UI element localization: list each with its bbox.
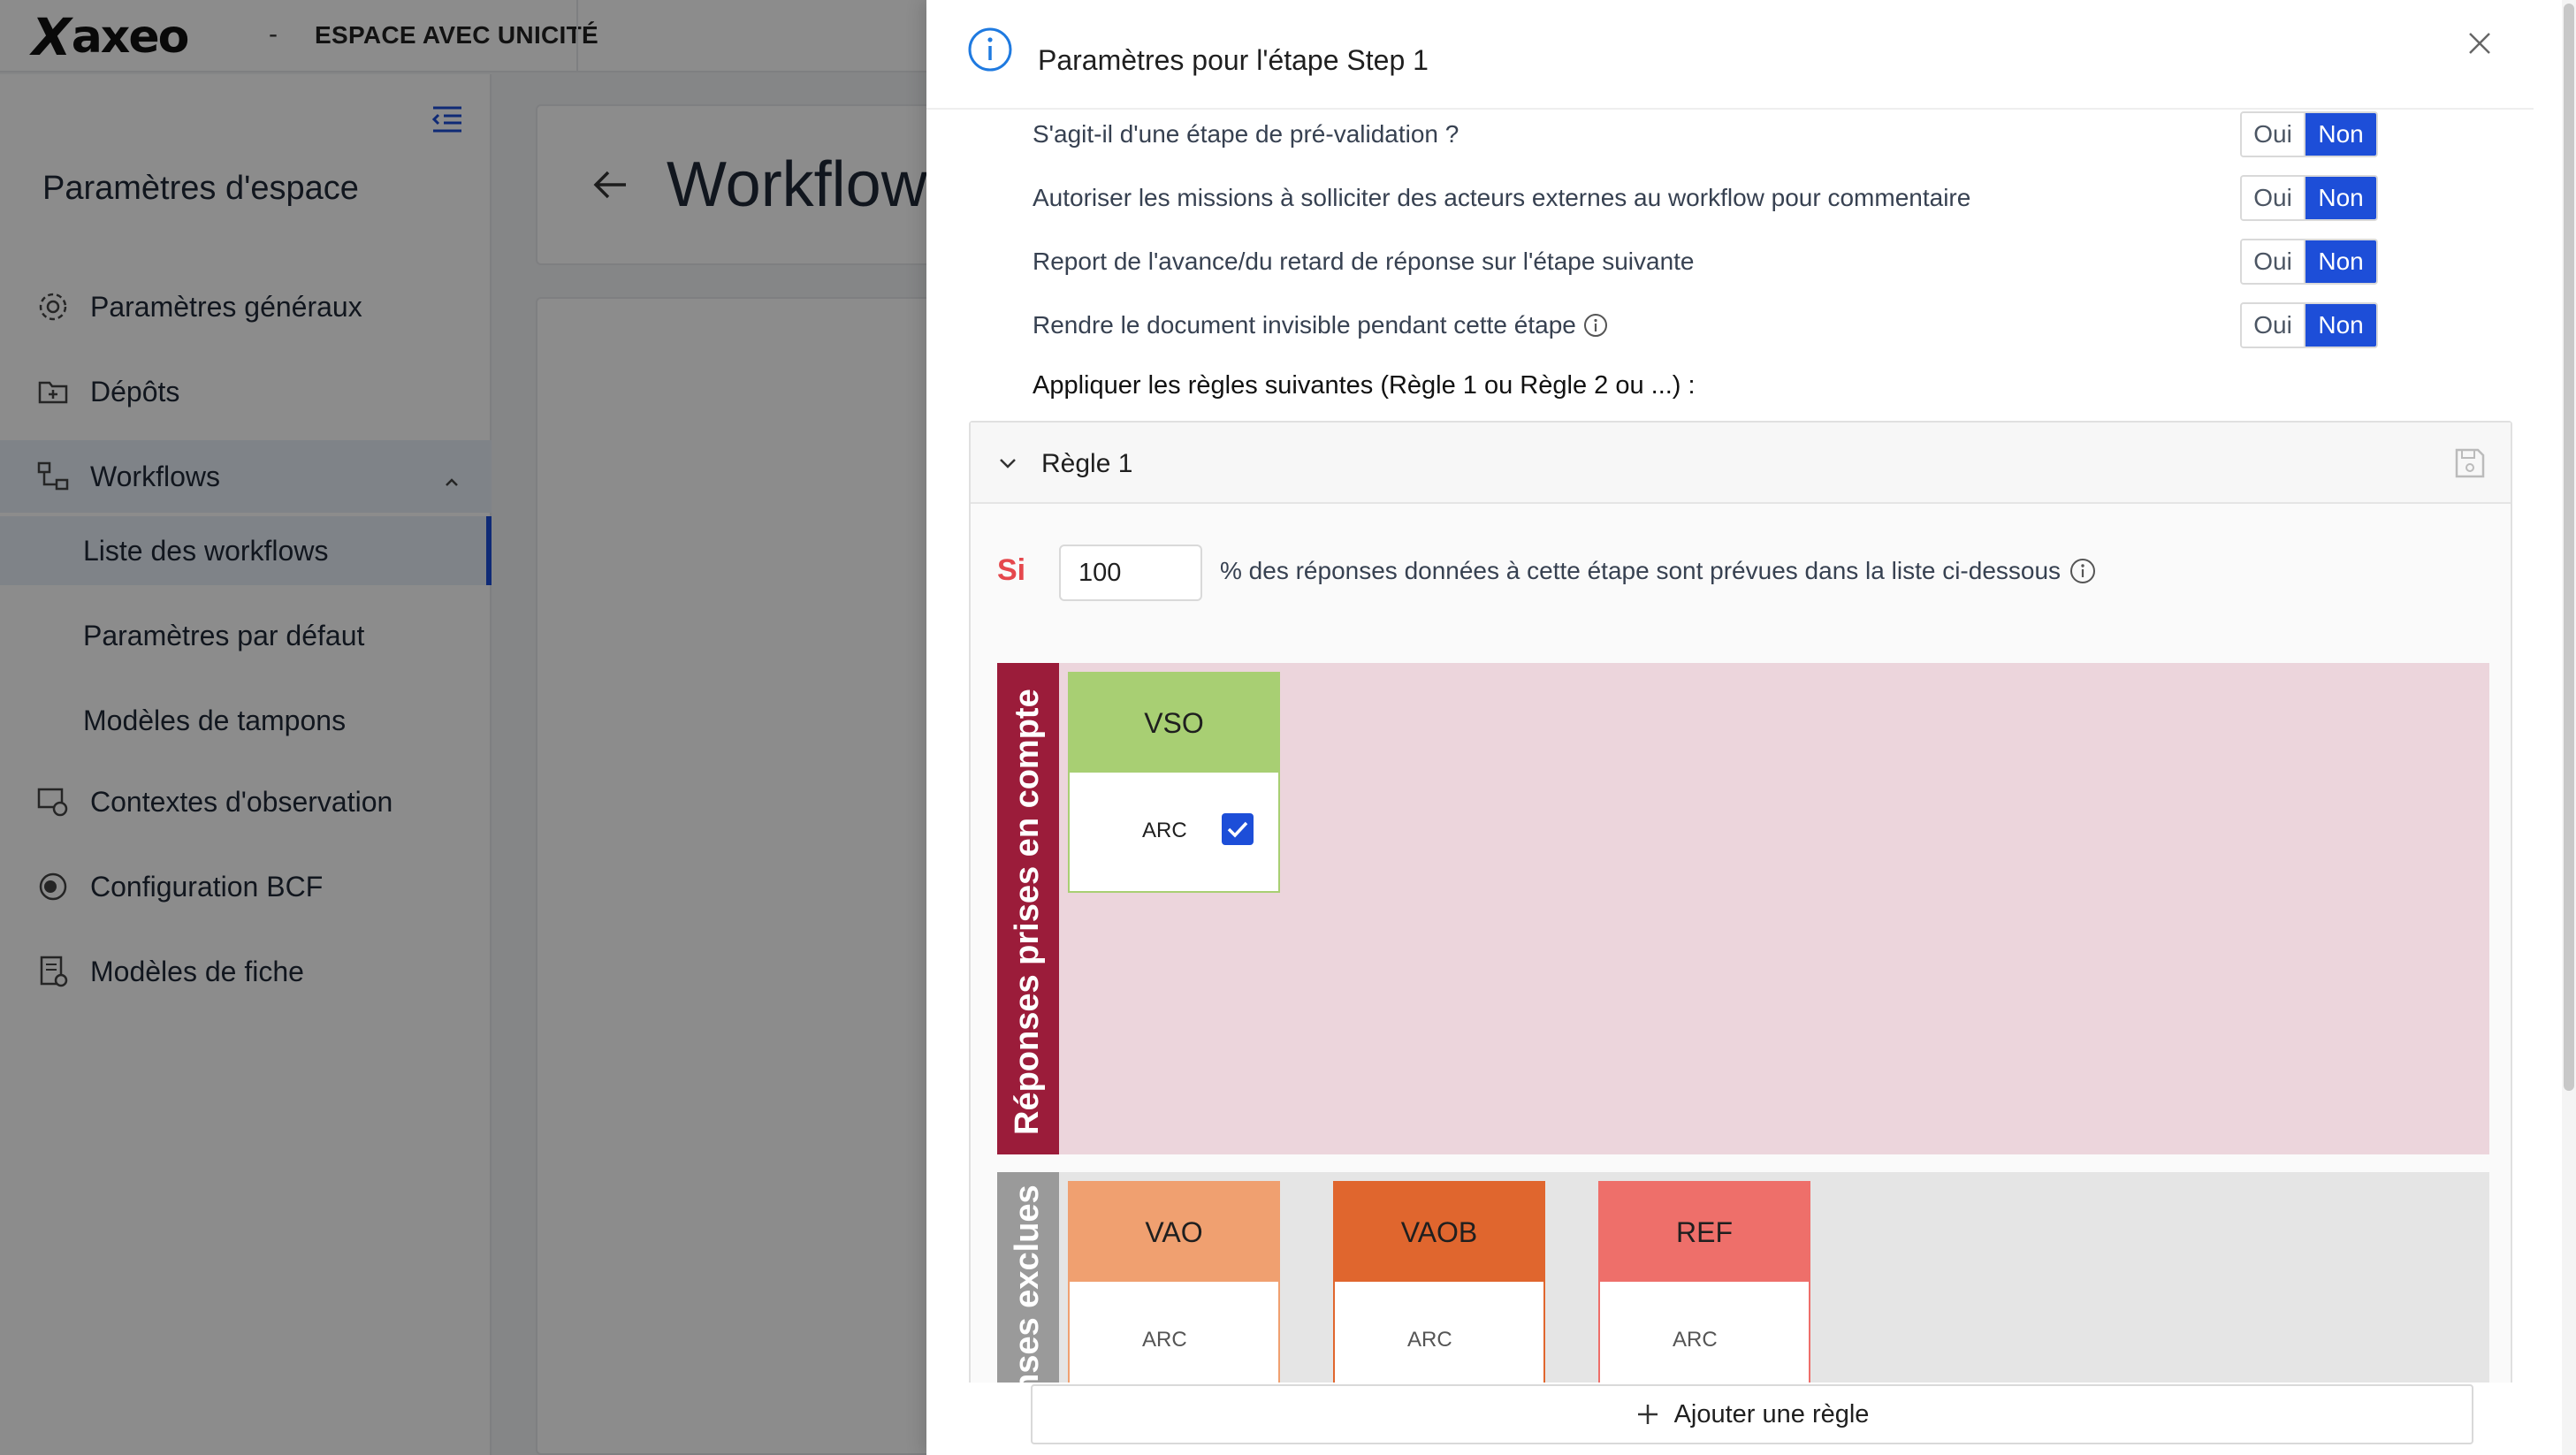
pre-validation-toggle[interactable]: Oui Non (2240, 111, 2378, 157)
info-icon[interactable] (1583, 313, 1608, 338)
included-responses-bar: Réponses prises en compte (997, 663, 1059, 1154)
chevron-down-icon[interactable] (997, 454, 1018, 472)
rule-title: Règle 1 (1041, 449, 1133, 478)
percent-description-row: % des réponses données à cette étape son… (1220, 557, 2096, 585)
toggle-oui[interactable]: Oui (2242, 113, 2306, 156)
step-settings-drawer: Paramètres pour l'étape Step 1 S'agit-il… (926, 0, 2576, 1455)
drawer-scroll-area[interactable]: S'agit-il d'une étape de pré-validation … (926, 110, 2534, 1383)
response-card-ref[interactable]: REF ARC (1598, 1181, 1810, 1383)
response-card-body: ARC (1070, 1282, 1278, 1383)
response-card-body: ARC (1600, 1282, 1809, 1383)
excluded-responses-zone[interactable]: Réponses exclues VAO ARC VAOB ARC REF AR… (997, 1172, 2489, 1383)
response-card-code: VAO (1070, 1183, 1278, 1282)
close-icon[interactable] (2465, 28, 2495, 58)
response-card-sub: ARC (1673, 1328, 1718, 1352)
drawer-title: Paramètres pour l'étape Step 1 (1038, 44, 1429, 76)
percent-description: % des réponses données à cette étape son… (1220, 557, 2062, 584)
external-actors-toggle[interactable]: Oui Non (2240, 175, 2378, 221)
info-icon (967, 27, 1013, 72)
checkbox-checked-icon[interactable] (1222, 813, 1254, 845)
excluded-responses-bar: Réponses exclues (997, 1172, 1059, 1383)
save-icon[interactable] (2452, 446, 2488, 481)
response-card-body: ARC (1335, 1282, 1543, 1383)
response-card-code: VSO (1070, 674, 1278, 773)
rule-panel: Règle 1 Si 100 % des réponses données à … (969, 421, 2512, 1383)
response-card-sub: ARC (1142, 1328, 1187, 1352)
question-report-delay: Report de l'avance/du retard de réponse … (1033, 239, 2447, 285)
modal-backdrop[interactable] (0, 0, 926, 1455)
rule-header[interactable]: Règle 1 (971, 423, 2511, 504)
question-invisible-document: Rendre le document invisible pendant cet… (1033, 302, 2447, 348)
toggle-non[interactable]: Non (2305, 304, 2376, 347)
excluded-responses-label: Réponses exclues (1009, 1185, 1046, 1383)
response-card-vaob[interactable]: VAOB ARC (1333, 1181, 1545, 1383)
toggle-oui[interactable]: Oui (2242, 177, 2306, 219)
toggle-oui[interactable]: Oui (2242, 304, 2306, 347)
question-label-row: Rendre le document invisible pendant cet… (1033, 311, 1608, 339)
toggle-oui[interactable]: Oui (2242, 240, 2306, 283)
question-label: Rendre le document invisible pendant cet… (1033, 311, 1576, 339)
toggle-non[interactable]: Non (2305, 177, 2376, 219)
question-label: S'agit-il d'une étape de pré-validation … (1033, 120, 1459, 148)
response-card-vao[interactable]: VAO ARC (1068, 1181, 1280, 1383)
rules-intro: Appliquer les règles suivantes (Règle 1 … (1033, 371, 1696, 400)
question-label: Autoriser les missions à solliciter des … (1033, 184, 1971, 211)
response-card-sub: ARC (1407, 1328, 1452, 1352)
invisible-document-toggle[interactable]: Oui Non (2240, 302, 2378, 348)
add-rule-label: Ajouter une règle (1673, 1399, 1870, 1428)
add-rule-button[interactable]: Ajouter une règle (1031, 1384, 2473, 1444)
question-label: Report de l'avance/du retard de réponse … (1033, 248, 1695, 275)
if-label: Si (997, 553, 1026, 587)
percent-input[interactable]: 100 (1059, 545, 1202, 601)
toggle-non[interactable]: Non (2305, 240, 2376, 283)
info-icon[interactable] (2069, 558, 2096, 584)
included-responses-zone[interactable]: Réponses prises en compte VSO ARC (997, 663, 2489, 1154)
report-delay-toggle[interactable]: Oui Non (2240, 239, 2378, 285)
response-card-sub: ARC (1142, 819, 1187, 842)
question-pre-validation: S'agit-il d'une étape de pré-validation … (1033, 111, 2447, 157)
plus-icon (1635, 1402, 1660, 1427)
drawer-header: Paramètres pour l'étape Step 1 (926, 0, 2534, 110)
scrollbar-thumb[interactable] (2564, 4, 2574, 1091)
response-card-body: ARC (1070, 773, 1278, 891)
toggle-non[interactable]: Non (2305, 113, 2376, 156)
question-external-actors: Autoriser les missions à solliciter des … (1033, 175, 2447, 221)
response-card-code: REF (1600, 1183, 1809, 1282)
response-card-code: VAOB (1335, 1183, 1543, 1282)
response-card-vso[interactable]: VSO ARC (1068, 672, 1280, 893)
included-responses-label: Réponses prises en compte (1009, 689, 1046, 1135)
